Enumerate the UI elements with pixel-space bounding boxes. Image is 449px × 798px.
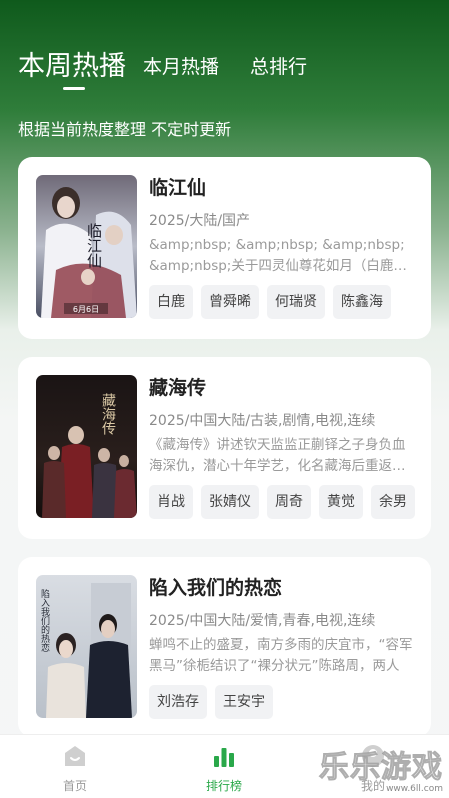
poster-image: 陷入我们的热恋 [36, 575, 137, 718]
drama-title: 陷入我们的热恋 [149, 577, 283, 599]
user-icon [362, 745, 384, 767]
cast-chip[interactable]: 白鹿 [149, 285, 193, 319]
poster-image: 藏海传 [36, 375, 137, 518]
tab-weekly[interactable]: 本周热播 [18, 44, 126, 83]
cast-chip[interactable]: 陈鑫海 [333, 285, 391, 319]
rank-tabs: 本周热播 本月热播 总排行 [18, 40, 431, 90]
nav-home-label: 首页 [62, 779, 87, 793]
cast-chip[interactable]: 刘浩存 [149, 685, 207, 719]
tab-monthly[interactable]: 本月热播 [143, 52, 219, 79]
drama-meta: 2025/大陆/国产 [149, 213, 251, 229]
cast-list: 刘浩存 王安宇 [149, 685, 415, 719]
nav-profile-label: 我的 [360, 779, 385, 793]
bottom-nav: 首页 排行榜 我的 [0, 734, 449, 798]
drama-card[interactable]: 临江仙 6月6日 临江仙 2025/大陆/国产 &amp;nbsp; &amp;… [18, 157, 431, 339]
drama-title: 临江仙 [149, 177, 207, 199]
cast-chip[interactable]: 余男 [371, 485, 415, 519]
cast-chip[interactable]: 何瑞贤 [267, 285, 325, 319]
cast-chip[interactable]: 张婧仪 [201, 485, 259, 519]
poster-art: 临江仙 6月6日 [36, 175, 137, 318]
rank-bars-icon [214, 748, 234, 767]
home-icon [65, 746, 85, 766]
cast-chip[interactable]: 肖战 [149, 485, 193, 519]
nav-profile[interactable]: 我的 [333, 743, 413, 794]
cast-chip[interactable]: 曾舜晞 [201, 285, 259, 319]
ranking-subtitle: 根据当前热度整理 不定时更新 [18, 120, 232, 139]
nav-rank[interactable]: 排行榜 [184, 743, 264, 794]
cast-chip[interactable]: 王安宇 [215, 685, 273, 719]
poster-art: 藏海传 [36, 375, 137, 518]
cast-chip[interactable]: 周奇 [267, 485, 311, 519]
drama-card[interactable]: 陷入我们的热恋 陷入我们的热恋 2025/中国大陆/爱情,青春,电视,连续 蝉鸣… [18, 557, 431, 737]
drama-description: 《藏海传》讲述钦天监监正蒯铎之子身负血海深仇，潜心十年学艺，化名藏海后重返京城 [149, 437, 406, 474]
nav-rank-label: 排行榜 [205, 779, 242, 793]
cast-list: 白鹿 曾舜晞 何瑞贤 陈鑫海 [149, 285, 415, 319]
drama-meta: 2025/中国大陆/爱情,青春,电视,连续 [149, 613, 376, 629]
poster-art: 陷入我们的热恋 [36, 575, 137, 718]
cast-chip[interactable]: 黄觉 [319, 485, 363, 519]
cast-list: 肖战 张婧仪 周奇 黄觉 余男 [149, 485, 415, 519]
drama-meta: 2025/中国大陆/古装,剧情,电视,连续 [149, 413, 376, 429]
nav-home[interactable]: 首页 [35, 743, 115, 794]
drama-description: 蝉鸣不止的盛夏，南方多雨的庆宜市，“容军黑马”徐栀结识了“裸分状元”陈路周，两人 [149, 637, 413, 674]
poster-image: 临江仙 6月6日 [36, 175, 137, 318]
drama-description: &amp;nbsp; &amp;nbsp; &amp;nbsp; &amp;nb… [149, 237, 414, 274]
active-tab-indicator [63, 87, 85, 90]
poster-calligraphy: 临江仙 [85, 223, 103, 268]
poster-calligraphy: 陷入我们的热恋 [39, 588, 50, 652]
poster-date: 6月6日 [73, 305, 99, 314]
drama-title: 藏海传 [149, 377, 207, 399]
tab-overall[interactable]: 总排行 [250, 52, 307, 79]
drama-card[interactable]: 藏海传 藏海传 2025/中国大陆/古装,剧情,电视,连续 《藏海传》讲述钦天监… [18, 357, 431, 539]
poster-calligraphy: 藏海传 [100, 393, 116, 435]
